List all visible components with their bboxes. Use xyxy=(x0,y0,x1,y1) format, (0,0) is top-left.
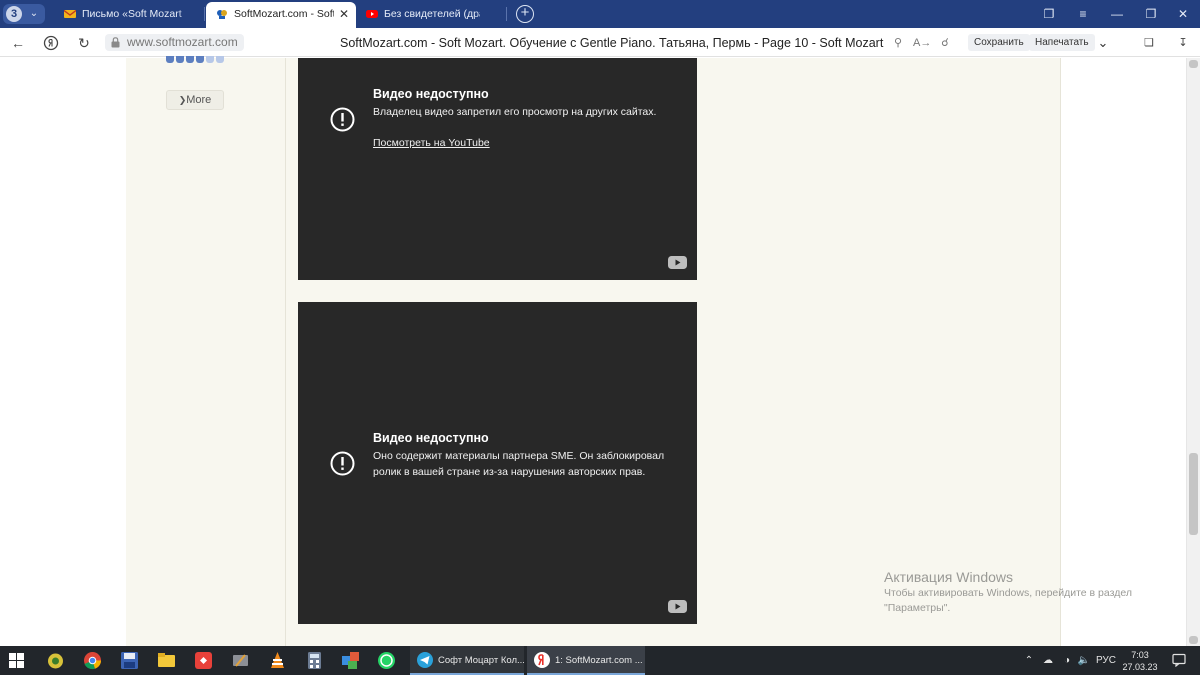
task-label: 1: SoftMozart.com ... xyxy=(555,655,643,666)
page-title: SoftMozart.com - Soft Mozart. Обучение с… xyxy=(340,36,884,50)
new-tab-button[interactable]: + xyxy=(516,5,534,23)
tools-icon[interactable] xyxy=(231,651,250,670)
close-icon[interactable]: ✕ xyxy=(339,2,349,26)
mail-icon xyxy=(64,9,76,18)
alert-icon xyxy=(330,107,355,132)
window-close-button[interactable]: ✕ xyxy=(1166,0,1200,28)
rating-pip xyxy=(186,56,194,63)
page-content: ❯More Видео недоступно Владелец видео за… xyxy=(0,56,1200,646)
scroll-up-arrow[interactable] xyxy=(1189,60,1198,68)
browser-tab-strip: 3 ⌄ Письмо «Soft Mozart. Обу SoftMozart.… xyxy=(0,0,1200,28)
tab-title: Письмо «Soft Mozart. Обу xyxy=(82,8,182,20)
taskbar-task-telegram[interactable]: Софт Моцарт Кол... xyxy=(410,646,524,675)
tray-overflow-icon[interactable]: ⌃ xyxy=(1022,646,1036,675)
chrome-icon[interactable] xyxy=(83,651,102,670)
yandex-browser-icon xyxy=(534,652,550,668)
notification-icon[interactable] xyxy=(1172,653,1186,667)
windows-start-icon[interactable] xyxy=(9,653,24,668)
alert-icon xyxy=(330,451,355,476)
tab-divider xyxy=(204,7,205,21)
scroll-down-arrow[interactable] xyxy=(1189,636,1198,644)
video-error-message: Оно содержит материалы партнера SME. Он … xyxy=(373,450,665,478)
video-error-title: Видео недоступно xyxy=(373,87,489,101)
tab-divider xyxy=(506,7,507,21)
tab-title: SoftMozart.com - Soft M xyxy=(234,8,334,20)
taskbar-task-yandex-browser[interactable]: 1: SoftMozart.com ... xyxy=(527,646,645,675)
volume-icon[interactable]: 🔈 xyxy=(1076,646,1092,675)
rating-pip xyxy=(206,56,214,63)
onedrive-icon[interactable]: ☁ xyxy=(1040,646,1056,675)
clock[interactable]: 7:03 27.03.23 xyxy=(1118,649,1162,673)
windows-activation-text: Чтобы активировать Windows, перейдите в … xyxy=(884,587,1132,614)
back-button[interactable]: ← xyxy=(8,33,28,53)
more-button[interactable]: ❯More xyxy=(166,90,224,110)
lock-icon xyxy=(111,37,120,48)
translate-icon[interactable]: A→ xyxy=(913,35,931,51)
restore-button[interactable]: ❐ xyxy=(1134,0,1168,28)
rating-pip xyxy=(196,56,204,63)
app-shortcut-icon[interactable] xyxy=(46,651,65,670)
tab-count-badge: 3 xyxy=(6,6,22,22)
youtube-logo-icon[interactable] xyxy=(668,600,687,613)
app-installer-icon[interactable] xyxy=(341,651,360,670)
scrollbar-track[interactable] xyxy=(1186,58,1200,646)
youtube-icon xyxy=(366,10,378,18)
print-button[interactable]: Напечатать xyxy=(1029,34,1095,51)
vlc-icon[interactable] xyxy=(268,651,287,670)
youtube-logo-icon[interactable] xyxy=(668,256,687,269)
rating-pip xyxy=(176,56,184,63)
translate-search-icon[interactable]: ⚲ xyxy=(890,35,906,51)
tab-mail[interactable]: Письмо «Soft Mozart. Обу xyxy=(54,2,204,28)
chevron-down-icon[interactable]: ⌄ xyxy=(1095,35,1111,51)
screen: 3 ⌄ Письмо «Soft Mozart. Обу SoftMozart.… xyxy=(0,0,1200,675)
wifi-icon[interactable]: ◑ xyxy=(1059,646,1075,675)
save-disk-icon[interactable] xyxy=(120,651,139,670)
menu-icon[interactable]: ≡ xyxy=(1066,0,1100,28)
url-text: www.softmozart.com xyxy=(127,35,238,49)
url-field[interactable]: www.softmozart.com xyxy=(105,34,244,51)
download-icon[interactable]: ↧ xyxy=(1175,35,1191,51)
user-sidebar xyxy=(126,58,285,646)
address-bar: ← ↻ www.softmozart.com SoftMozart.com - … xyxy=(0,28,1200,57)
rating-pip xyxy=(216,56,224,63)
tab-softmozart[interactable]: SoftMozart.com - Soft M ✕ xyxy=(206,2,356,28)
more-label: More xyxy=(186,94,212,106)
video-embed[interactable]: Видео недоступно Владелец видео запретил… xyxy=(298,58,697,280)
rating-pip xyxy=(166,56,174,63)
save-button[interactable]: Сохранить xyxy=(968,34,1030,51)
task-label: Софт Моцарт Кол... xyxy=(438,655,524,666)
language-indicator[interactable]: РУС xyxy=(1095,646,1117,675)
user-rating xyxy=(166,56,228,64)
tab-youtube[interactable]: Без свидетелей (драма, р xyxy=(356,2,502,28)
file-explorer-icon[interactable] xyxy=(157,651,176,670)
protect-badge-icon[interactable]: ☌ xyxy=(937,35,953,51)
watch-on-youtube-link[interactable]: Посмотреть на YouTube xyxy=(373,136,490,151)
tab-counter-button[interactable]: 3 ⌄ xyxy=(3,4,45,24)
telegram-icon xyxy=(417,652,433,668)
whatsapp-icon[interactable] xyxy=(377,651,396,670)
video-error-title: Видео недоступно xyxy=(373,431,489,445)
scrollbar-thumb[interactable] xyxy=(1189,453,1198,535)
windows-taskbar: Софт Моцарт Кол... 1: SoftMozart.com ...… xyxy=(0,646,1200,675)
windows-activation-title: Активация Windows xyxy=(884,569,1014,585)
video-embed[interactable]: Видео недоступно Оно содержит материалы … xyxy=(298,302,697,624)
yandex-home-icon[interactable] xyxy=(41,33,61,53)
video-error-message: Владелец видео запретил его просмотр на … xyxy=(373,106,657,118)
softmozart-favicon-icon xyxy=(217,10,227,19)
chevron-down-icon: ⌄ xyxy=(29,8,39,19)
anydesk-icon[interactable] xyxy=(194,651,213,670)
clock-time: 7:03 xyxy=(1131,650,1149,660)
collections-icon[interactable]: ❐ xyxy=(1032,0,1066,28)
calculator-icon[interactable] xyxy=(305,651,324,670)
clock-date: 27.03.23 xyxy=(1122,662,1158,672)
tab-title: Без свидетелей (драма, р xyxy=(384,8,480,20)
bookmarks-icon[interactable]: ❏ xyxy=(1141,35,1157,51)
minimize-button[interactable]: — xyxy=(1100,0,1134,28)
reload-icon[interactable]: ↻ xyxy=(74,33,94,53)
